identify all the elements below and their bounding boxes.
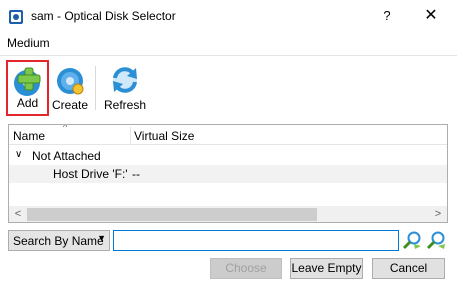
scroll-right-arrow[interactable]: >	[431, 207, 445, 222]
tree-header: ^ Name Virtual Size	[9, 125, 447, 145]
search-input[interactable]	[113, 230, 399, 251]
scroll-left-arrow[interactable]: <	[11, 207, 25, 222]
menu-medium[interactable]: Medium	[7, 36, 50, 50]
add-disk-icon	[13, 67, 40, 96]
title-bar: sam - Optical Disk Selector ? ✕	[0, 0, 457, 32]
tree-group-not-attached[interactable]: ∨ Not Attached	[9, 147, 447, 165]
help-button[interactable]: ?	[372, 4, 402, 28]
choose-button[interactable]: Choose	[210, 258, 282, 279]
search-mode-label: Search By Name	[13, 234, 104, 248]
row-virtual-size: --	[132, 167, 140, 181]
search-forward-icon[interactable]	[402, 230, 422, 250]
create-button[interactable]: Create	[50, 60, 90, 116]
virtualbox-app-icon	[9, 10, 23, 24]
close-button[interactable]: ✕	[414, 4, 448, 28]
column-divider[interactable]	[130, 127, 131, 144]
row-name: Host Drive 'F:'	[53, 167, 128, 181]
refresh-label: Refresh	[103, 98, 147, 112]
tree-row[interactable]: Host Drive 'F:' --	[9, 165, 447, 183]
toolbar: Add Create Refresh	[0, 56, 457, 122]
leave-empty-button[interactable]: Leave Empty	[290, 258, 363, 279]
menu-bar: Medium	[0, 32, 457, 54]
toolbar-separator	[95, 66, 96, 110]
refresh-icon	[113, 67, 137, 93]
create-disk-icon	[57, 68, 84, 95]
search-backward-icon[interactable]	[426, 230, 446, 250]
horizontal-scrollbar[interactable]: < >	[9, 206, 447, 222]
add-button[interactable]: Add	[6, 60, 49, 116]
column-name-header[interactable]: Name	[13, 129, 45, 143]
group-label: Not Attached	[32, 149, 101, 163]
column-virtual-size-header[interactable]: Virtual Size	[134, 129, 194, 143]
create-label: Create	[51, 98, 89, 112]
dropdown-arrow-icon: ▼	[97, 233, 106, 243]
search-mode-select[interactable]: Search By Name ▼	[8, 230, 110, 251]
sort-indicator: ^	[63, 124, 68, 132]
refresh-button[interactable]: Refresh	[100, 60, 150, 116]
scroll-thumb[interactable]	[27, 208, 317, 221]
media-tree[interactable]: ^ Name Virtual Size ∨ Not Attached Host …	[8, 124, 448, 223]
window-title: sam - Optical Disk Selector	[31, 9, 176, 23]
add-label: Add	[16, 96, 39, 110]
expand-chevron-icon[interactable]: ∨	[15, 149, 22, 160]
cancel-button[interactable]: Cancel	[372, 258, 445, 279]
